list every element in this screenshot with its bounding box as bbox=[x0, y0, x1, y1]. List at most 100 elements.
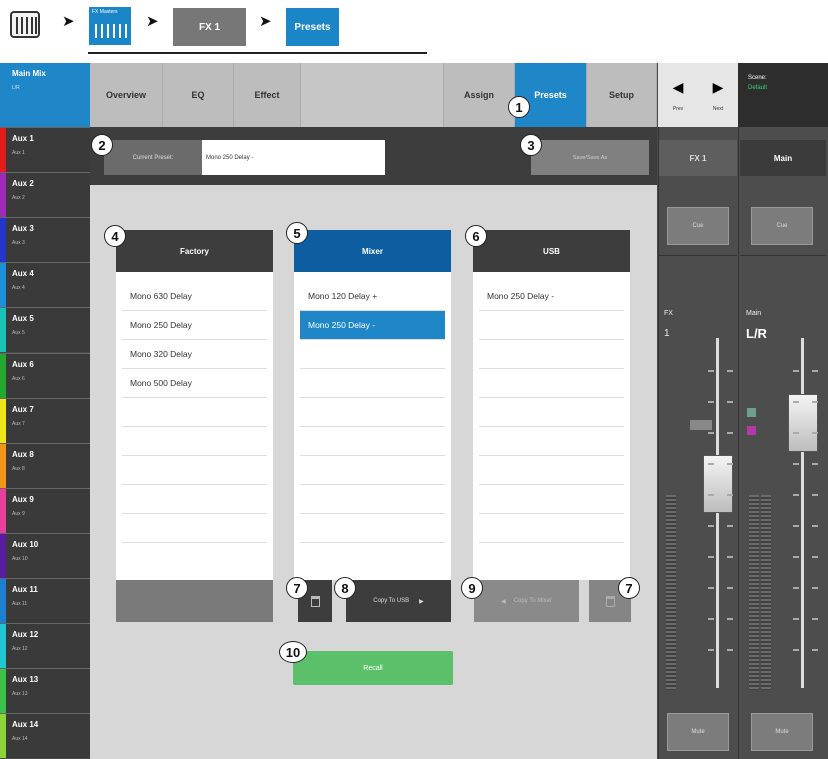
mixer-column-header: Mixer bbox=[294, 230, 451, 272]
channel-sub: Aux 3 bbox=[12, 240, 25, 247]
current-preset-field[interactable]: Mono 250 Delay - bbox=[202, 140, 385, 175]
callout-marker: 1 bbox=[508, 96, 530, 118]
main-strip-name: Main bbox=[746, 310, 762, 317]
tab-assign[interactable]: Assign bbox=[444, 63, 515, 127]
list-item-empty bbox=[122, 427, 267, 456]
list-item-empty bbox=[479, 427, 624, 456]
fader-tick bbox=[793, 525, 799, 527]
copy-to-usb-label: Copy To USB bbox=[373, 598, 410, 604]
list-item-empty bbox=[300, 514, 445, 543]
callout-marker: 4 bbox=[104, 225, 126, 247]
channel-sub: Aux 5 bbox=[12, 330, 25, 337]
main-level-meter-right bbox=[761, 495, 771, 690]
list-item[interactable]: Mono 630 Delay bbox=[122, 282, 267, 311]
current-preset-label: Current Preset: bbox=[104, 140, 202, 175]
fader-tick bbox=[708, 556, 714, 558]
tab-setup[interactable]: Setup bbox=[587, 63, 657, 127]
fader-tick bbox=[812, 432, 818, 434]
fader-tick bbox=[812, 618, 818, 620]
channel-sub: Aux 13 bbox=[12, 691, 28, 698]
callout-marker: 5 bbox=[286, 222, 308, 244]
list-item[interactable]: Mono 320 Delay bbox=[122, 340, 267, 369]
copy-to-mixer-button[interactable]: ◀ Copy To Mixer bbox=[474, 580, 579, 622]
recall-button[interactable]: Recall bbox=[293, 651, 453, 685]
channel-aux[interactable]: Aux 6 Aux 6 bbox=[0, 352, 90, 398]
channel-aux[interactable]: Aux 10 Aux 10 bbox=[0, 532, 90, 578]
channel-aux[interactable]: Aux 8 Aux 8 bbox=[0, 442, 90, 488]
channel-name: Aux 10 bbox=[12, 539, 39, 549]
factory-column-header: Factory bbox=[116, 230, 273, 272]
channel-aux[interactable]: Aux 9 Aux 9 bbox=[0, 487, 90, 533]
list-item[interactable]: Mono 500 Delay bbox=[122, 369, 267, 398]
prev-button[interactable]: ◀ Prev bbox=[658, 63, 698, 127]
channel-aux[interactable]: Aux 12 Aux 12 bbox=[0, 623, 90, 669]
channel-sub: Aux 6 bbox=[12, 375, 25, 382]
fader-tick bbox=[727, 463, 733, 465]
channel-aux[interactable]: Aux 14 Aux 14 bbox=[0, 713, 90, 759]
fader-tick bbox=[793, 618, 799, 620]
tab-eq[interactable]: EQ bbox=[163, 63, 234, 127]
scene-value: Default bbox=[748, 85, 768, 91]
channel-aux[interactable]: Aux 7 Aux 7 bbox=[0, 397, 90, 443]
channel-aux[interactable]: Aux 11 Aux 11 bbox=[0, 578, 90, 623]
breadcrumb-fx1[interactable]: FX 1 bbox=[173, 8, 246, 46]
fx-pan-indicator bbox=[690, 420, 712, 430]
main-indicator-purple bbox=[747, 426, 756, 435]
channel-aux[interactable]: Aux 3 Aux 3 bbox=[0, 217, 90, 263]
list-item-empty bbox=[122, 456, 267, 485]
copy-to-mixer-label: Copy To Mixer bbox=[513, 598, 552, 604]
list-item-selected[interactable]: Mono 250 Delay - bbox=[300, 311, 445, 340]
fader-tick bbox=[708, 587, 714, 589]
usb-preset-list: Mono 250 Delay - bbox=[473, 272, 630, 580]
channel-aux[interactable]: Aux 13 Aux 13 bbox=[0, 668, 90, 714]
main-indicator-green bbox=[747, 408, 756, 417]
channel-name: Aux 1 bbox=[12, 134, 34, 143]
fx-mute-button[interactable]: Mute bbox=[667, 713, 729, 751]
channel-aux[interactable]: Aux 2 Aux 2 bbox=[0, 172, 90, 218]
prev-arrow-icon: ◀ bbox=[672, 78, 684, 95]
channel-color-bar bbox=[0, 669, 6, 714]
list-item-empty bbox=[479, 340, 624, 369]
fx-level-meter bbox=[666, 495, 676, 690]
channel-color-bar bbox=[0, 398, 6, 443]
list-item-empty bbox=[300, 369, 445, 398]
list-item[interactable]: Mono 120 Delay + bbox=[300, 282, 445, 311]
channel-main-mix[interactable]: Main Mix L/R bbox=[0, 63, 90, 127]
main-cue-button[interactable]: Cue bbox=[751, 207, 813, 245]
breadcrumb-presets[interactable]: Presets bbox=[286, 8, 339, 46]
main-mute-button[interactable]: Mute bbox=[751, 713, 813, 751]
channel-color-bar bbox=[0, 263, 6, 308]
fader-tick bbox=[812, 463, 818, 465]
channel-aux[interactable]: Aux 4 Aux 4 bbox=[0, 262, 90, 308]
tab-overview[interactable]: Overview bbox=[90, 63, 163, 127]
fx-strip-number: 1 bbox=[664, 328, 670, 339]
scene-indicator[interactable]: Scene: Default bbox=[738, 63, 828, 127]
tab-presets[interactable]: Presets bbox=[515, 63, 587, 127]
main-strip-sub: L/R bbox=[746, 326, 767, 341]
next-button[interactable]: ▶ Next bbox=[698, 63, 738, 127]
channel-name: Aux 6 bbox=[12, 359, 34, 369]
channel-color-bar bbox=[0, 353, 6, 398]
list-item-empty bbox=[479, 514, 624, 543]
callout-marker: 10 bbox=[279, 641, 307, 663]
channel-name: Main Mix bbox=[12, 69, 46, 78]
mixer-preset-list: Mono 120 Delay + Mono 250 Delay - bbox=[294, 272, 451, 580]
channel-aux[interactable]: Aux 5 Aux 5 bbox=[0, 307, 90, 353]
mixer-home-icon[interactable] bbox=[10, 11, 40, 38]
tab-effect[interactable]: Effect bbox=[234, 63, 301, 127]
channel-name: Aux 12 bbox=[12, 630, 39, 640]
fader-tick bbox=[793, 494, 799, 496]
fader-tick bbox=[793, 556, 799, 558]
save-preset-button[interactable]: Save/Save As bbox=[531, 140, 649, 175]
callout-marker: 2 bbox=[91, 134, 113, 156]
fx-cue-button[interactable]: Cue bbox=[667, 207, 729, 245]
fader-tick bbox=[812, 525, 818, 527]
list-item-empty bbox=[300, 456, 445, 485]
copy-to-usb-button[interactable]: Copy To USB ▶ bbox=[346, 580, 451, 622]
list-item[interactable]: Mono 250 Delay - bbox=[479, 282, 624, 311]
channel-sub: Aux 9 bbox=[12, 510, 25, 517]
breadcrumb-fx-masters[interactable]: FX Masters bbox=[89, 7, 131, 45]
list-item[interactable]: Mono 250 Delay bbox=[122, 311, 267, 340]
fader-tick bbox=[727, 649, 733, 651]
channel-aux[interactable]: Aux 1 Aux 1 bbox=[0, 127, 90, 172]
